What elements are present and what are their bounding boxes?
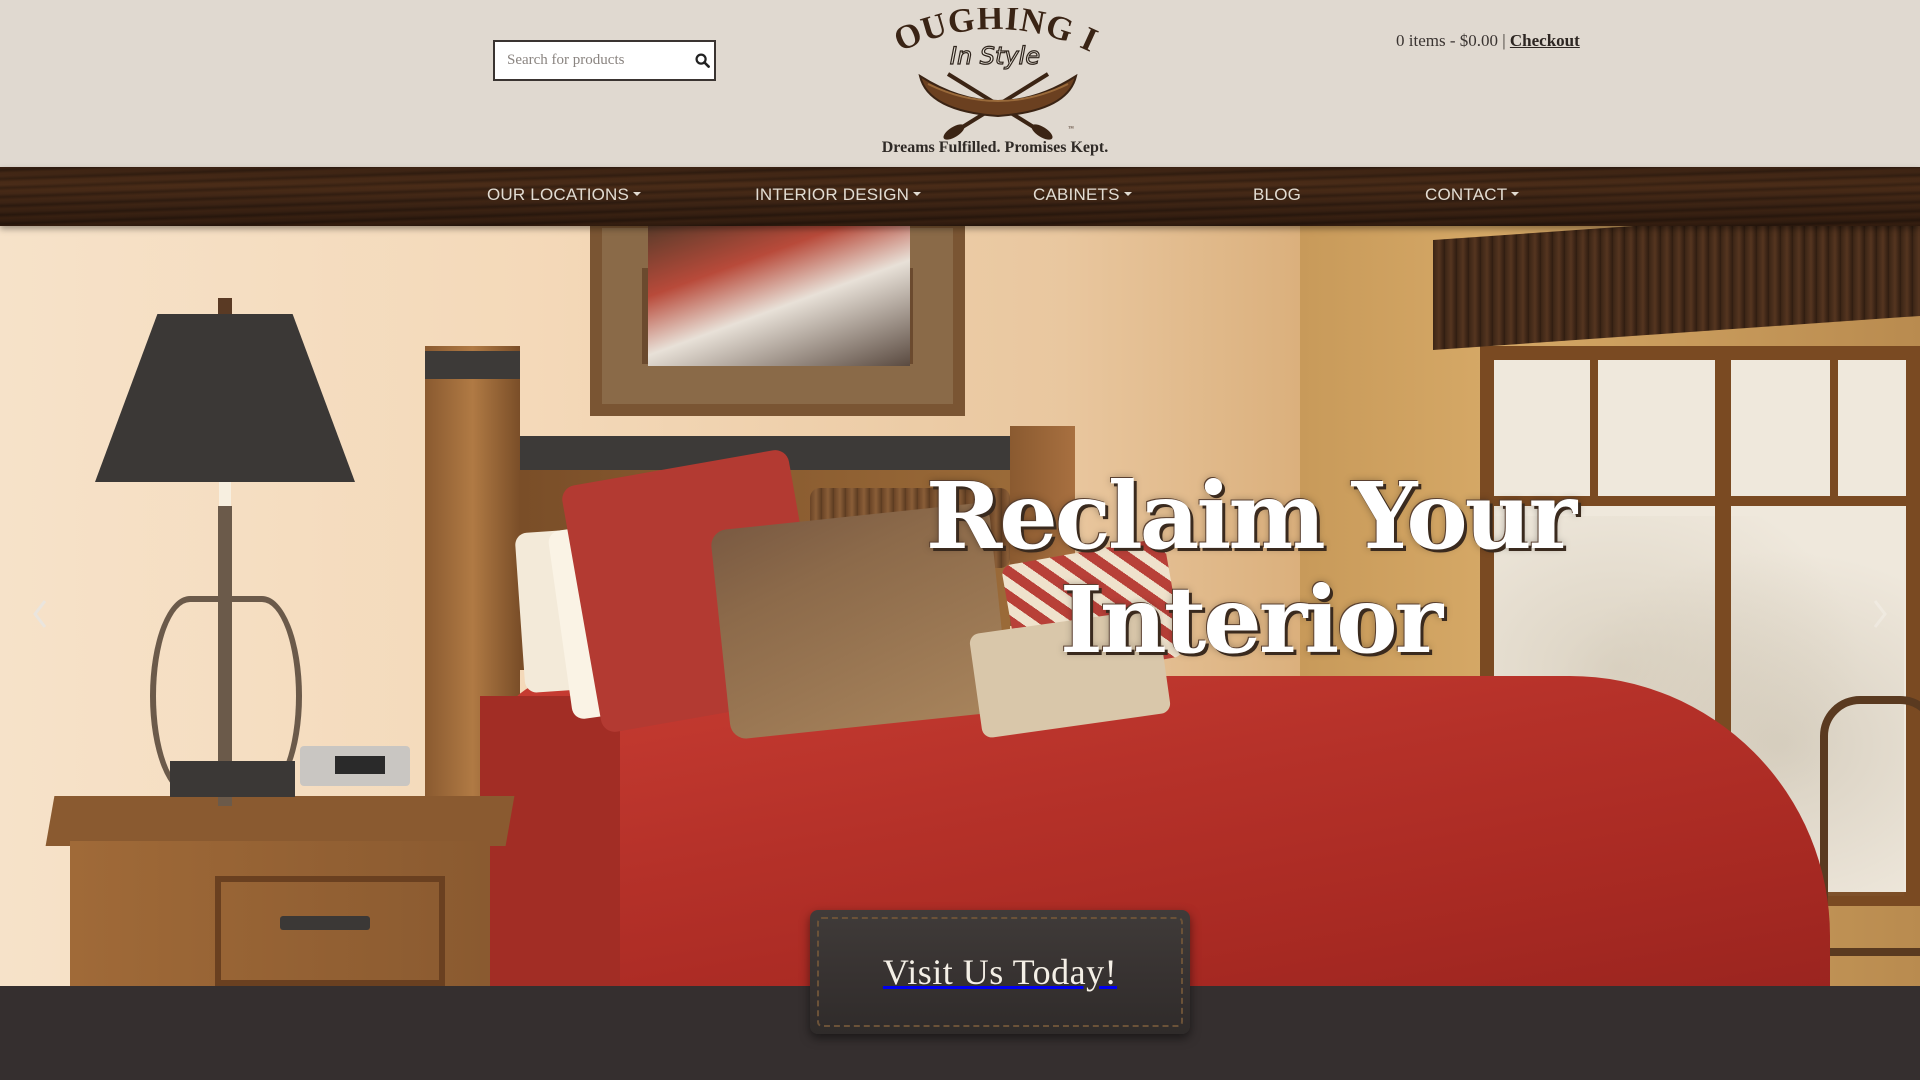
caret-down-icon [913,192,922,197]
site-logo[interactable]: ROUGHING IT In Style ™ Dreams Fulfilled.… [880,6,1110,156]
nav-item-our-locations[interactable]: OUR LOCATIONS [487,185,642,205]
visit-us-label: Visit Us Today! [882,952,1118,992]
drawer-pull [280,916,370,930]
nav-item-label: INTERIOR DESIGN [755,185,910,204]
logo-tagline: Dreams Fulfilled. Promises Kept. [881,139,1109,156]
cart-summary: 0 items - $0.00 | Checkout [1396,31,1580,51]
bedpost-cap [425,351,520,379]
chevron-left-icon [33,600,47,628]
nav-item-cabinets[interactable]: CABINETS [1033,185,1132,205]
nav-item-label: BLOG [1253,185,1302,204]
chair [1820,696,1920,956]
caret-down-icon [1123,192,1132,197]
visit-us-button[interactable]: Visit Us Today! [810,910,1190,1034]
nightstand-drawer [215,876,445,986]
window-mullion [1830,346,1838,506]
nav-item-blog[interactable]: BLOG [1253,185,1301,205]
nav-item-label: CABINETS [1033,185,1120,204]
product-search-form [493,40,716,81]
hero-headline-line1: Reclaim Your [925,462,1577,570]
nav-item-label: OUR LOCATIONS [487,185,630,204]
nav-item-contact[interactable]: CONTACT [1425,185,1520,205]
caret-down-icon [1511,192,1520,197]
carousel-prev-button[interactable] [28,594,52,634]
search-icon [695,53,710,68]
main-nav: OUR LOCATIONS INTERIOR DESIGN CABINETS B… [0,167,1920,226]
carousel-next-button[interactable] [1868,594,1892,634]
trademark-symbol: ™ [1068,126,1074,132]
hero-carousel: Reclaim Your Interior [0,226,1920,986]
nightstand-top [45,796,515,846]
nav-item-label: CONTACT [1425,185,1508,204]
cart-separator: | [1502,31,1506,50]
nav-item-interior-design[interactable]: INTERIOR DESIGN [755,185,922,205]
search-input[interactable] [495,42,691,79]
cart-items-total: 0 items - $0.00 [1396,31,1498,50]
hero-headline-line2: Interior [1059,566,1443,674]
checkout-link[interactable]: Checkout [1510,31,1580,50]
hero-headline: Reclaim Your Interior [900,464,1600,672]
lamp-bulb [219,482,231,506]
canoe-paddles-icon: ™ [918,72,1078,140]
lamp-base [170,761,295,797]
chevron-right-icon [1873,600,1887,628]
painting-canvas [648,226,910,366]
caret-down-icon [633,192,642,197]
site-header: ROUGHING IT In Style ™ Dreams Fulfilled.… [0,0,1920,167]
alarm-clock-display [335,756,385,774]
search-button[interactable] [691,42,714,79]
